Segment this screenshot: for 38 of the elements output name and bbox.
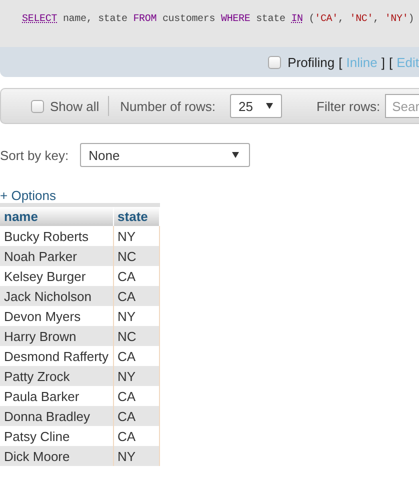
sql-keyword-link[interactable]: SELECT — [22, 14, 58, 25]
table-cell: Kelsey Burger — [0, 266, 114, 286]
column-header[interactable]: state — [113, 205, 160, 226]
table-cell: Donna Bradley — [0, 406, 114, 426]
checkbox[interactable] — [31, 100, 44, 112]
table-cell: Patsy Cline — [0, 426, 114, 446]
bracket: [ — [388, 54, 393, 70]
caret-icon — [232, 152, 239, 158]
show-all-label: Show all — [50, 98, 100, 114]
column-header[interactable]: name — [0, 205, 114, 226]
table-cell: NC — [113, 246, 160, 266]
filter-label: Filter rows: — [316, 98, 380, 114]
table-cell: NY — [113, 366, 160, 386]
table-cell: Devon Myers — [0, 306, 114, 326]
table-cell: NY — [113, 446, 160, 466]
sql-keyword-link[interactable]: IN — [291, 14, 303, 25]
table-cell: Bucky Roberts — [0, 226, 114, 246]
sort-label: Sort by key: — [0, 148, 69, 162]
table-cell: Paula Barker — [0, 386, 114, 406]
table-cell: Patty Zrock — [0, 366, 114, 386]
table-cell: Jack Nicholson — [0, 286, 114, 306]
rows-label: Number of rows: — [120, 98, 216, 114]
profiling-label: Profiling — [288, 54, 335, 70]
rows-select[interactable]: 25 — [230, 94, 282, 118]
sql-query: SELECT name, state FROM customers WHERE state IN ('CA', 'NC', 'NY') — [22, 13, 414, 26]
options-link[interactable]: + Options — [0, 188, 56, 203]
bracket: ] — [381, 54, 385, 70]
table-cell: Harry Brown — [0, 326, 114, 346]
table-cell: Noah Parker — [0, 246, 114, 266]
checkbox[interactable] — [268, 56, 281, 68]
table-cell: Desmond Rafferty — [0, 346, 114, 366]
table-cell: Dick Moore — [0, 446, 114, 466]
table-cell: CA — [113, 406, 160, 426]
sort-select[interactable]: None — [80, 143, 250, 167]
caret-icon — [266, 103, 273, 109]
table-cell: CA — [113, 286, 160, 306]
bracket: [ — [338, 54, 342, 70]
table-cell: NC — [113, 326, 160, 346]
